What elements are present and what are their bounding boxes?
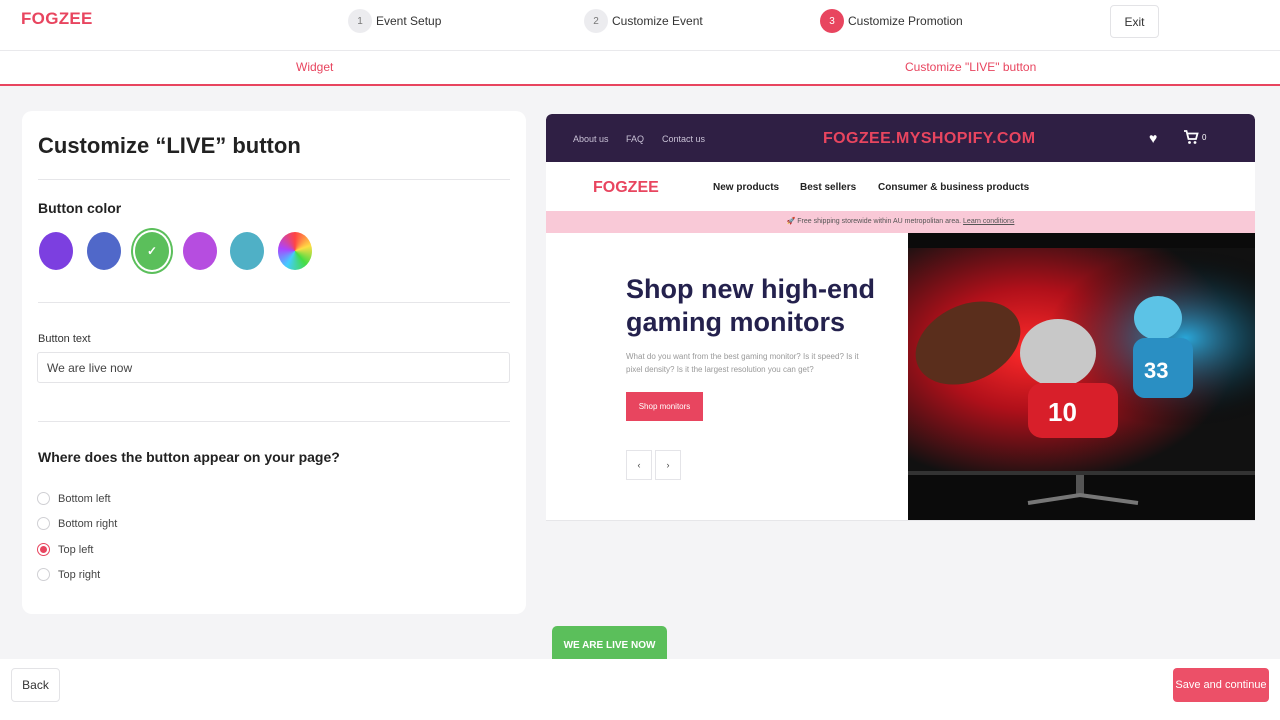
divider: [38, 302, 510, 303]
step-customize-promotion[interactable]: 3 Customize Promotion: [820, 9, 963, 33]
svg-text:33: 33: [1144, 358, 1168, 383]
exit-button[interactable]: Exit: [1110, 5, 1159, 38]
app-logo: FOGZEE: [21, 9, 93, 28]
carousel-prev-button[interactable]: ‹: [626, 450, 652, 480]
radio-label: Top left: [58, 543, 94, 556]
color-swatch-green[interactable]: ✓: [135, 232, 169, 270]
store-link-faq[interactable]: FAQ: [626, 134, 644, 144]
cart-icon[interactable]: [1183, 130, 1199, 148]
radio-label: Top right: [58, 568, 101, 581]
live-button-preview[interactable]: WE ARE LIVE NOW: [552, 626, 667, 659]
bottom-bar: Back Save and continue: [0, 659, 1280, 720]
carousel-next-button[interactable]: ›: [655, 450, 681, 480]
store-domain: FOGZEE.MYSHOPIFY.COM: [823, 130, 1036, 147]
store-preview: About us FAQ Contact us FOGZEE.MYSHOPIFY…: [546, 114, 1255, 659]
store-link-about[interactable]: About us: [573, 134, 609, 144]
step-number: 2: [584, 9, 608, 33]
tab-customize-live-button[interactable]: Customize "LIVE" button: [905, 60, 1036, 74]
rocket-icon: 🚀: [786, 218, 796, 225]
step-customize-event[interactable]: 2 Customize Event: [584, 9, 703, 33]
color-swatch-teal[interactable]: [230, 232, 264, 270]
hero-content: Shop new high-end gaming monitors What d…: [546, 233, 908, 520]
page-title: Customize “LIVE” button: [38, 133, 301, 158]
divider: [38, 179, 510, 180]
store-top-bar: About us FAQ Contact us FOGZEE.MYSHOPIFY…: [546, 114, 1255, 162]
promo-banner: 🚀 Free shipping storewide within AU metr…: [546, 211, 1255, 233]
hero-image: 10 33: [908, 233, 1255, 520]
store-logo[interactable]: FOGZEE: [593, 179, 659, 197]
radio-button-checked[interactable]: [37, 543, 50, 556]
color-swatch-purple[interactable]: [39, 232, 73, 270]
radio-label: Bottom right: [58, 517, 118, 530]
hero-description: What do you want from the best gaming mo…: [626, 352, 859, 374]
gaming-monitor-image: 10 33: [908, 233, 1255, 520]
tab-widget[interactable]: Widget: [296, 60, 333, 74]
button-color-title: Button color: [38, 200, 122, 216]
position-option-top-left[interactable]: Top left: [37, 543, 93, 556]
step-label: Event Setup: [376, 14, 442, 28]
position-title: Where does the button appear on your pag…: [38, 449, 340, 465]
divider: [38, 421, 510, 422]
radio-button[interactable]: [37, 517, 50, 530]
settings-card: Customize “LIVE” button Button color ✓ B…: [22, 111, 526, 614]
step-event-setup[interactable]: 1 Event Setup: [348, 9, 441, 33]
button-text-input[interactable]: [37, 352, 510, 383]
step-number: 1: [348, 9, 372, 33]
color-swatch-magenta[interactable]: [183, 232, 217, 270]
color-swatch-custom[interactable]: [278, 232, 312, 270]
check-icon: ✓: [146, 244, 158, 258]
cart-count: 0: [1202, 133, 1207, 142]
save-and-continue-button[interactable]: Save and continue: [1173, 668, 1269, 702]
store-nav: FOGZEE New products Best sellers Consume…: [546, 162, 1255, 211]
step-number: 3: [820, 9, 844, 33]
store-link-contact[interactable]: Contact us: [662, 134, 705, 144]
store-nav-best-sellers[interactable]: Best sellers: [800, 182, 856, 193]
back-button[interactable]: Back: [11, 668, 60, 702]
hero-title: Shop new high-end gaming monitors: [626, 274, 875, 337]
step-label: Customize Promotion: [848, 14, 963, 28]
svg-text:10: 10: [1048, 397, 1077, 427]
color-swatch-blue[interactable]: [87, 232, 121, 270]
store-nav-consumer-business[interactable]: Consumer & business products: [878, 182, 1029, 193]
step-label: Customize Event: [612, 14, 703, 28]
top-header: FOGZEE 1 Event Setup 2 Customize Event 3…: [0, 0, 1280, 51]
promo-link[interactable]: Learn conditions: [963, 218, 1014, 225]
radio-label: Bottom left: [58, 492, 111, 505]
promo-text: Free shipping storewide within AU metrop…: [797, 218, 962, 225]
sub-tabs: Widget Customize "LIVE" button: [0, 51, 1280, 86]
store-nav-new-products[interactable]: New products: [713, 182, 779, 193]
position-option-bottom-right[interactable]: Bottom right: [37, 517, 117, 530]
position-option-bottom-left[interactable]: Bottom left: [37, 492, 111, 505]
button-text-label: Button text: [38, 333, 91, 345]
radio-button[interactable]: [37, 492, 50, 505]
radio-button[interactable]: [37, 568, 50, 581]
heart-icon[interactable]: ♥: [1149, 130, 1157, 146]
position-option-top-right[interactable]: Top right: [37, 568, 100, 581]
shop-monitors-button[interactable]: Shop monitors: [626, 392, 703, 421]
